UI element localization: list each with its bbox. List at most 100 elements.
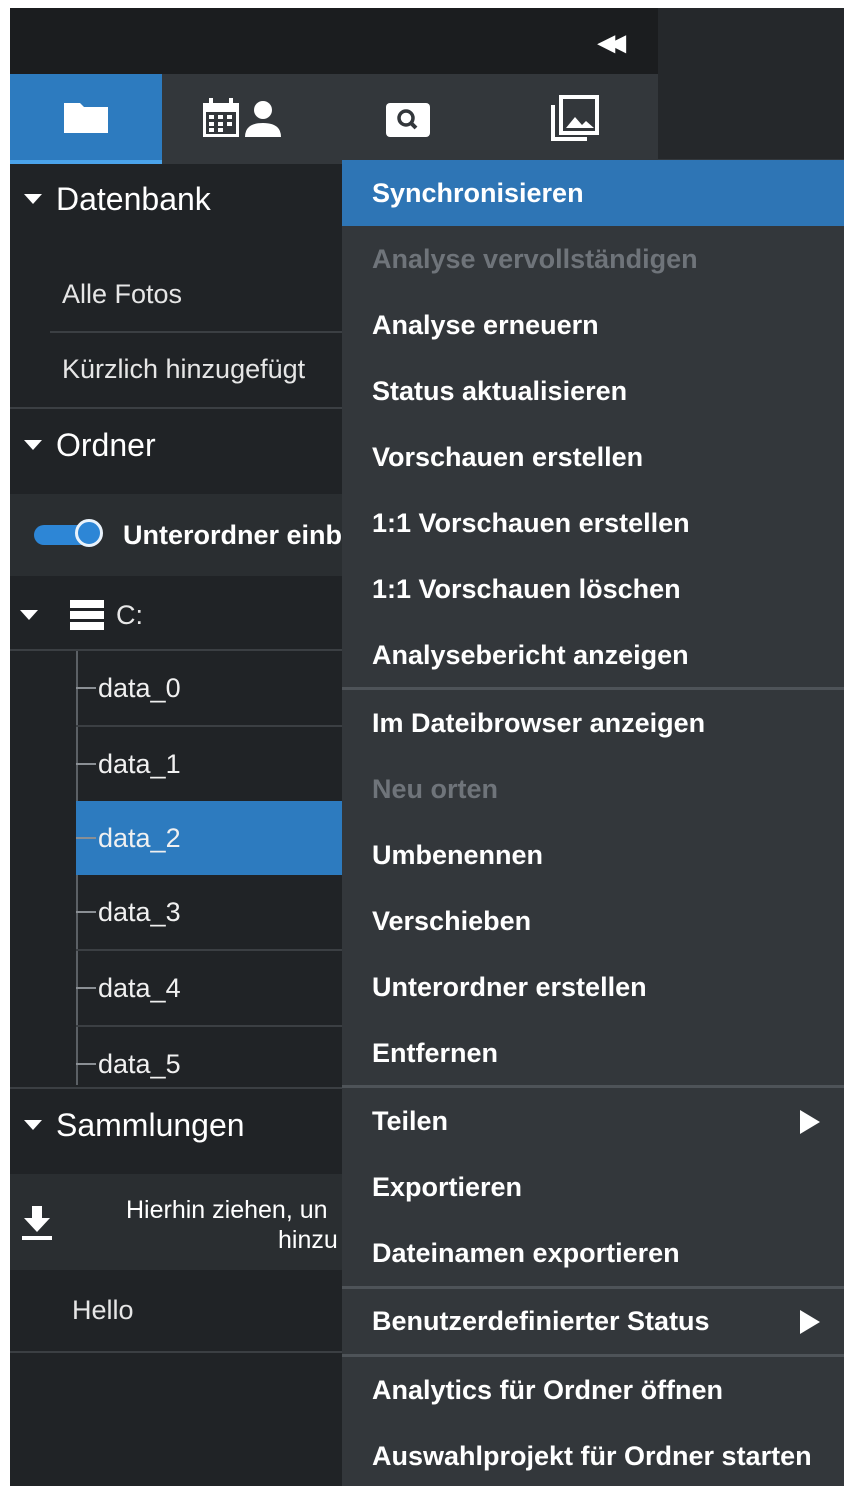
folder-label: data_0 [98,672,181,703]
menu-label: 1:1 Vorschauen löschen [372,573,681,604]
submenu-arrow-icon [800,1110,820,1134]
submenu-arrow-icon [800,1310,820,1334]
menu-item-complete-analysis: Analyse vervollständigen [342,226,844,292]
tree-branch [76,763,96,765]
section-title: Ordner [56,426,156,463]
menu-label: Im Dateibrowser anzeigen [372,707,706,738]
folder-item[interactable]: data_4 [76,951,342,1025]
menu-item-share[interactable]: Teilen [342,1088,844,1154]
drive-row[interactable]: C: [10,580,342,650]
image-stack-icon [551,95,599,141]
menu-item-delete-1to1-previews[interactable]: 1:1 Vorschauen löschen [342,556,844,622]
tab-bar-filler [658,74,844,164]
item-label: Alle Fotos [62,278,183,309]
include-subfolders-row: Unterordner einb [10,494,342,576]
menu-label: Status aktualisieren [372,375,628,406]
search-icon [386,103,430,137]
menu-item-move[interactable]: Verschieben [342,888,844,954]
menu-item-export[interactable]: Exportieren [342,1154,844,1220]
menu-label: Dateinamen exportieren [372,1237,680,1268]
toggle-label: Unterordner einb [122,519,342,550]
menu-item-renew-analysis[interactable]: Analyse erneuern [342,292,844,358]
folder-label: data_2 [98,822,181,853]
collection-label: Hello [72,1294,134,1325]
menu-item-export-filenames[interactable]: Dateinamen exportieren [342,1220,844,1286]
menu-item-show-in-file-browser[interactable]: Im Dateibrowser anzeigen [342,690,844,756]
caret-down-icon [24,194,42,204]
double-chevron-left-icon: ◀◀ [598,30,626,55]
tab-calendar-person[interactable] [162,74,324,164]
folder-icon [64,103,108,133]
drive-label: C: [116,599,143,630]
folder-item[interactable]: data_0 [76,651,342,725]
download-icon [22,1206,52,1240]
menu-label: Umbenennen [372,839,544,870]
menu-label: Neu orten [372,773,499,804]
menu-item-create-previews[interactable]: Vorschauen erstellen [342,424,844,490]
database-item-recently-added[interactable]: Kürzlich hinzugefügt [10,333,394,405]
drop-hint-line2: hinzu [278,1226,338,1254]
menu-item-relocate: Neu orten [342,756,844,822]
folder-label: data_5 [98,1048,181,1079]
menu-label: Synchronisieren [372,177,584,208]
toggle-knob [74,519,103,547]
menu-label: Analyse vervollständigen [372,243,698,274]
folder-item-selected[interactable]: data_2 [76,801,342,875]
menu-item-show-analysis-report[interactable]: Analysebericht anzeigen [342,622,844,688]
menu-item-rename[interactable]: Umbenennen [342,822,844,888]
folder-label: data_1 [98,748,181,779]
menu-label: Vorschauen erstellen [372,441,644,472]
menu-item-synchronize[interactable]: Synchronisieren [342,160,844,226]
folder-label: data_4 [98,972,181,1003]
divider [10,1351,342,1353]
drive-icon [70,600,104,630]
menu-item-open-analytics[interactable]: Analytics für Ordner öffnen [342,1357,844,1423]
menu-label: Verschieben [372,905,532,936]
top-bar-right [658,8,844,74]
section-collections-header[interactable]: Sammlungen [10,1090,342,1160]
tree-branch [76,687,96,689]
left-panel: Datenbank Alle Fotos Kürzlich hinzugefüg… [10,164,342,1486]
tree-branch [76,911,96,913]
divider [10,1087,342,1089]
section-folders-header[interactable]: Ordner [10,410,342,480]
tree-branch [76,837,96,839]
tree-branch [76,1063,96,1065]
folder-label: data_3 [98,896,181,927]
menu-label: 1:1 Vorschauen erstellen [372,507,690,538]
menu-label: Analysebericht anzeigen [372,639,689,670]
folder-item[interactable]: data_1 [76,727,342,801]
section-title: Sammlungen [56,1106,245,1143]
menu-item-create-subfolder[interactable]: Unterordner erstellen [342,954,844,1020]
caret-down-icon [24,440,42,450]
menu-item-remove[interactable]: Entfernen [342,1020,844,1086]
include-subfolders-toggle[interactable] [34,519,103,547]
drop-hint-line1: Hierhin ziehen, un [126,1196,328,1224]
menu-item-start-selection-project[interactable]: Auswahlprojekt für Ordner starten [342,1423,844,1489]
collection-drop-zone[interactable]: Hierhin ziehen, un hinzu [10,1174,342,1270]
menu-item-custom-status[interactable]: Benutzerdefinierter Status [342,1288,844,1354]
menu-label: Entfernen [372,1037,499,1068]
caret-down-icon [24,1120,42,1130]
menu-label: Benutzerdefinierter Status [372,1305,710,1336]
menu-label: Analytics für Ordner öffnen [372,1374,724,1405]
section-database-header[interactable]: Datenbank [10,164,342,234]
menu-item-create-1to1-previews[interactable]: 1:1 Vorschauen erstellen [342,490,844,556]
menu-label: Auswahlprojekt für Ordner starten [372,1440,812,1471]
tab-search[interactable] [324,74,492,164]
folder-item[interactable]: data_3 [76,875,342,949]
menu-label: Unterordner erstellen [372,971,647,1002]
menu-label: Analyse erneuern [372,309,599,340]
caret-down-icon [20,610,38,620]
tree-branch [76,987,96,989]
section-title: Datenbank [56,180,211,217]
menu-item-update-status[interactable]: Status aktualisieren [342,358,844,424]
item-label: Kürzlich hinzugefügt [62,353,306,384]
tab-images[interactable] [492,74,658,164]
divider [10,407,342,409]
collapse-panel-button[interactable]: ◀◀ [598,30,626,56]
menu-label: Teilen [372,1105,449,1136]
database-item-all-photos[interactable]: Alle Fotos [10,256,394,332]
tab-folders[interactable] [10,74,162,164]
calendar-person-icon [203,98,281,137]
